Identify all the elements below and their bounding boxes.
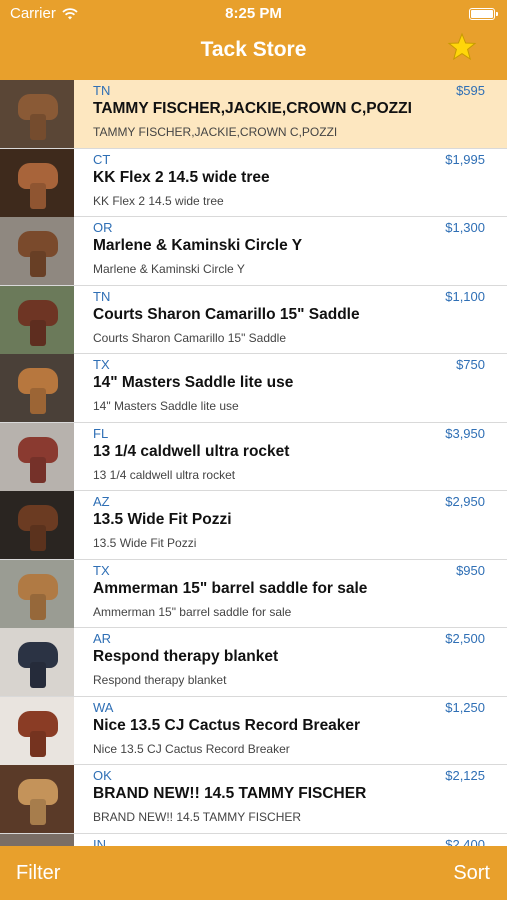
listing-subtitle: KK Flex 2 14.5 wide tree — [93, 193, 224, 208]
saddle-fender-shape — [30, 114, 46, 140]
listing-price: $2,500 — [445, 631, 485, 646]
listing-state: TX — [93, 562, 110, 578]
listing-price: $1,300 — [445, 220, 485, 235]
saddle-thumbnail — [0, 422, 74, 491]
listing-title: Marlene & Kaminski Circle Y — [93, 237, 303, 254]
saddle-fender-shape — [30, 456, 46, 483]
status-bar: Carrier 8:25 PM — [0, 0, 507, 28]
saddle-thumbnail — [0, 491, 74, 559]
listing-state: WA — [93, 699, 114, 715]
listing-price: $950 — [456, 562, 485, 578]
saddle-thumbnail — [0, 80, 74, 148]
list-item[interactable]: TN $595 TAMMY FISCHER,JACKIE,CROWN C,POZZI… — [0, 80, 507, 149]
listings-list[interactable]: TN $595 TAMMY FISCHER,JACKIE,CROWN C,POZZI… — [0, 80, 507, 846]
listing-subtitle: Ammerman 15" barrel saddle for sale — [93, 604, 292, 619]
listing-subtitle: BRAND NEW!! 14.5 TAMMY FISCHER — [93, 810, 302, 824]
listing-price: $2,400 — [445, 836, 485, 847]
saddle-thumbnail — [0, 628, 74, 696]
navigation-bar: Carrier 8:25 PM Tack Store — [0, 0, 507, 80]
list-item[interactable]: TX $950 Ammerman 15" barrel saddle for sal… — [0, 559, 507, 628]
saddle-fender-shape — [30, 730, 46, 757]
list-item[interactable]: TN $1,100 Courts Sharon Camarillo 15" Sadd… — [0, 285, 507, 354]
saddle-fender-shape — [30, 319, 46, 346]
listing-price: $2,950 — [445, 494, 485, 509]
list-item[interactable]: OR $1,300 Marlene & Kaminski Circle Y Marle… — [0, 217, 507, 286]
listing-price: $595 — [456, 83, 485, 98]
listing-state: TN — [93, 83, 111, 98]
list-item[interactable]: FL $3,950 13 1/4 caldwell ultra rocket 13 1… — [0, 422, 507, 491]
listing-price: $1,250 — [445, 699, 485, 715]
battery-icon — [469, 8, 498, 20]
saddle-thumbnail — [0, 148, 74, 217]
list-item[interactable]: AZ $2,950 13.5 Wide Fit Pozzi 13.5 Wide Fit… — [0, 491, 507, 560]
listing-state: AR — [93, 631, 112, 646]
listing-title: Courts Sharon Camarillo 15" Saddle — [93, 305, 360, 323]
bottom-toolbar: Filter Sort — [0, 846, 507, 900]
saddle-fender-shape — [30, 799, 46, 825]
listing-price: $750 — [456, 357, 485, 372]
listing-subtitle: Respond therapy blanket — [93, 673, 227, 687]
star-icon[interactable] — [447, 32, 477, 62]
listing-price: $3,950 — [445, 425, 485, 441]
page-title: Tack Store — [200, 38, 307, 61]
listing-price: $2,125 — [445, 768, 485, 783]
listing-price: $1,100 — [445, 288, 485, 304]
listing-state: OR — [93, 220, 113, 235]
listing-title: BRAND NEW!! 14.5 TAMMY FISCHER — [93, 785, 367, 802]
listing-subtitle: 14" Masters Saddle lite use — [93, 399, 239, 413]
listing-title: Ammerman 15" barrel saddle for sale — [93, 579, 368, 597]
saddle-fender-shape — [30, 662, 46, 688]
listing-title: Respond therapy blanket — [93, 648, 279, 665]
listing-title: KK Flex 2 14.5 wide tree — [93, 168, 270, 186]
listing-title: TAMMY FISCHER,JACKIE,CROWN C,POZZI — [93, 100, 412, 117]
list-item[interactable]: AR $2,500 Respond therapy blanket Respond t… — [0, 628, 507, 697]
saddle-fender-shape — [30, 388, 46, 414]
listing-state: IN — [93, 836, 106, 847]
listing-subtitle: 13.5 Wide Fit Pozzi — [93, 536, 197, 550]
saddle-thumbnail — [0, 833, 74, 846]
saddle-thumbnail — [0, 696, 74, 765]
saddle-fender-shape — [30, 525, 46, 551]
saddle-thumbnail — [0, 354, 74, 422]
listing-title: 13.5 Wide Fit Pozzi — [93, 511, 232, 528]
saddle-fender-shape — [30, 593, 46, 620]
filter-button[interactable]: Filter — [16, 862, 60, 885]
saddle-thumbnail — [0, 285, 74, 354]
sort-button[interactable]: Sort — [453, 862, 490, 885]
listing-subtitle: Nice 13.5 CJ Cactus Record Breaker — [93, 741, 290, 756]
listing-subtitle: 13 1/4 caldwell ultra rocket — [93, 467, 236, 482]
list-item[interactable]: TX $750 14" Masters Saddle lite use 14" Mas… — [0, 354, 507, 423]
listing-state: AZ — [93, 494, 110, 509]
saddle-thumbnail — [0, 217, 74, 285]
listing-price: $1,995 — [445, 151, 485, 167]
saddle-thumbnail — [0, 559, 74, 628]
saddle-fender-shape — [30, 182, 46, 209]
listing-title: 13 1/4 caldwell ultra rocket — [93, 442, 290, 460]
listing-state: CT — [93, 151, 111, 167]
list-item[interactable]: CT $1,995 KK Flex 2 14.5 wide tree KK Flex … — [0, 148, 507, 217]
listing-state: FL — [93, 425, 109, 441]
listing-subtitle: Courts Sharon Camarillo 15" Saddle — [93, 330, 287, 345]
listing-subtitle: TAMMY FISCHER,JACKIE,CROWN C,POZZI — [93, 125, 338, 139]
saddle-thumbnail — [0, 765, 74, 833]
list-item[interactable]: IN $2,400 — [0, 833, 507, 847]
listing-state: TN — [93, 288, 111, 304]
list-item[interactable]: WA $1,250 Nice 13.5 CJ Cactus Record Break… — [0, 696, 507, 765]
saddle-fender-shape — [30, 251, 46, 277]
list-item[interactable]: OK $2,125 BRAND NEW!! 14.5 TAMMY FISCHER BR… — [0, 765, 507, 834]
listing-state: TX — [93, 357, 110, 372]
listing-title: 14" Masters Saddle lite use — [93, 374, 294, 391]
thumbnail-background — [0, 833, 74, 846]
listing-state: OK — [93, 768, 112, 783]
listing-title: Nice 13.5 CJ Cactus Record Breaker — [93, 716, 361, 734]
status-time: 8:25 PM — [225, 5, 282, 22]
listing-subtitle: Marlene & Kaminski Circle Y — [93, 262, 245, 276]
